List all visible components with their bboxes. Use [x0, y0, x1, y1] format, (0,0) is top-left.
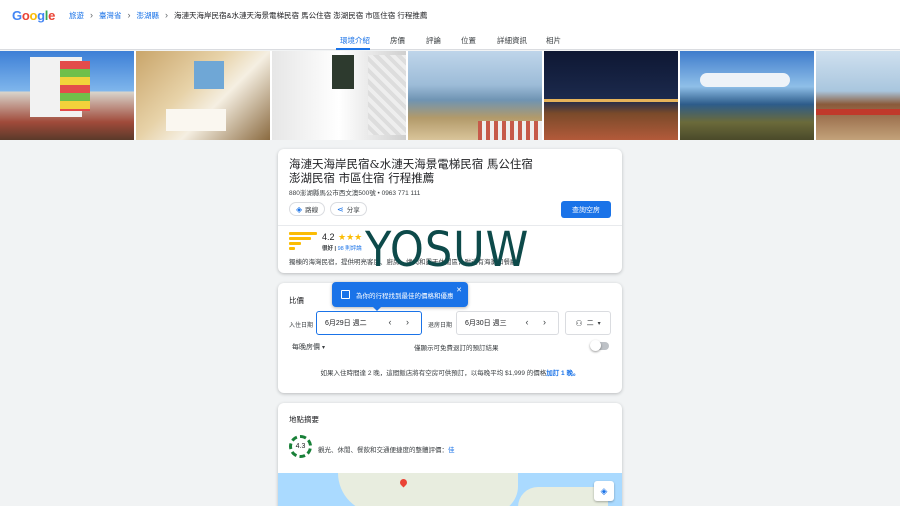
photo-bay-view[interactable]: [408, 51, 542, 140]
rating-value: 4.2: [322, 232, 335, 242]
price-heading: 比價: [289, 296, 304, 305]
recenter-button[interactable]: ◈: [594, 481, 614, 501]
locate-icon: ◈: [600, 485, 608, 496]
rating-histogram: [289, 232, 317, 252]
directions-icon: ◈: [296, 204, 303, 214]
photo-balcony[interactable]: [816, 51, 900, 140]
chevron-down-icon: ▾: [321, 345, 325, 351]
stay-note: 如果入住時間達 2 晚，這間飯店將有空房可供預訂，以每晚平均 $1,999 的價…: [278, 367, 622, 377]
hotel-address: 880澎湖縣馬公市西文澳500號 • 0963 771 111: [289, 190, 421, 197]
guest-count: 二: [586, 320, 594, 327]
directions-button[interactable]: ◈ 路線: [289, 202, 326, 216]
photo-bathroom[interactable]: [272, 51, 406, 140]
active-tab-indicator: [336, 48, 370, 50]
add-night-link[interactable]: 加訂 1 晚。: [546, 370, 579, 377]
photo-building-exterior[interactable]: [0, 51, 134, 140]
tab-location[interactable]: 位置: [461, 35, 476, 46]
google-logo[interactable]: Google: [12, 8, 55, 23]
chevron-right-icon: ›: [90, 10, 94, 20]
date-arrows-icon[interactable]: ‹ ›: [526, 317, 553, 327]
directions-label: 路線: [305, 207, 319, 214]
checkin-date-field[interactable]: 6月29日 週二 ‹ ›: [316, 311, 422, 335]
section-tabs: 環境介紹 房價 評論 位置 詳細資訊 相片: [0, 30, 900, 50]
breadcrumb-travel[interactable]: 旅遊: [69, 10, 84, 21]
checkin-label: 入住日期: [289, 323, 314, 329]
watermark: YOSUW: [365, 222, 530, 278]
guest-selector[interactable]: ⚇ 二 ▾: [565, 311, 611, 335]
hotel-title: 海漣天海岸民宿&水漣天海景電梯民宿 馬公住宿 澎湖民宿 市區住宿 行程推薦: [289, 157, 533, 185]
share-icon: ⋖: [337, 204, 344, 214]
checkout-label: 退房日期: [428, 323, 453, 329]
location-heading: 地點摘要: [289, 415, 319, 424]
tooltip-text: 為你的行程找到最佳的價格和優惠: [356, 292, 454, 300]
date-arrows-icon[interactable]: ‹ ›: [389, 317, 416, 327]
chevron-right-icon: ›: [165, 10, 169, 20]
share-label: 分享: [346, 207, 360, 214]
rating-summary: 很好 | 98 則評論: [322, 244, 362, 252]
tab-reviews[interactable]: 評論: [426, 35, 441, 46]
location-description: 觀光、休閒、餐飲和交通便捷度的整體評價：佳: [318, 444, 455, 454]
tab-prices[interactable]: 房價: [390, 35, 405, 46]
stay-note-text: 如果入住時間達 2 晚，這間飯店將有空房可供預訂，以每晚平均 $1,999 的價…: [320, 370, 547, 377]
checkout-date-value: 6月30日 週三: [465, 320, 507, 327]
photo-night-terrace[interactable]: [544, 51, 678, 140]
person-icon: ⚇: [575, 318, 583, 328]
close-icon[interactable]: ✕: [456, 286, 462, 294]
tab-overview[interactable]: 環境介紹: [340, 35, 370, 46]
breadcrumb-penghu[interactable]: 澎湖縣: [137, 10, 160, 21]
breadcrumb-taiwan[interactable]: 臺灣省: [99, 10, 122, 21]
location-rating-link[interactable]: 佳: [448, 447, 455, 454]
free-cancel-label: 僅顯示可免費退訂的預訂結果: [414, 345, 499, 352]
chevron-right-icon: ›: [127, 10, 131, 20]
share-button[interactable]: ⋖ 分享: [330, 202, 367, 216]
photo-coastline[interactable]: [680, 51, 814, 140]
tab-photos[interactable]: 相片: [546, 35, 561, 46]
location-score: 4.3: [289, 435, 312, 458]
star-icons: ★★★: [338, 232, 363, 242]
calendar-icon: [341, 290, 350, 299]
location-map[interactable]: [278, 473, 622, 506]
top-bar: Google 旅遊 › 臺灣省 › 澎湖縣 › 海漣天海岸民宿&水漣天海景電梯民…: [0, 0, 900, 30]
photo-bedroom[interactable]: [136, 51, 270, 140]
checkout-date-field[interactable]: 6月30日 週三 ‹ ›: [456, 311, 559, 335]
chevron-down-icon: ▾: [597, 320, 601, 327]
rating-word: 很好 |: [322, 246, 338, 252]
free-cancel-toggle[interactable]: [590, 340, 609, 351]
location-card: 地點摘要 4.3 觀光、休閒、餐飲和交通便捷度的整體評價：佳 ◈: [278, 403, 622, 506]
checkin-date-value: 6月29日 週二: [325, 320, 367, 327]
price-tooltip: 為你的行程找到最佳的價格和優惠 ✕: [332, 282, 468, 307]
per-night-label: 每晚房價: [292, 344, 320, 351]
per-night-dropdown[interactable]: 每晚房價 ▾: [292, 342, 325, 352]
photo-strip: [0, 51, 900, 140]
reviews-link[interactable]: 98 則評論: [338, 246, 362, 252]
check-availability-button[interactable]: 查詢空房: [561, 201, 611, 218]
location-desc-text: 觀光、休閒、餐飲和交通便捷度的整體評價：: [318, 447, 448, 454]
tab-details[interactable]: 詳細資訊: [497, 35, 527, 46]
breadcrumb-current: 海漣天海岸民宿&水漣天海景電梯民宿 馬公住宿 澎湖民宿 市區住宿 行程推薦: [174, 10, 428, 20]
